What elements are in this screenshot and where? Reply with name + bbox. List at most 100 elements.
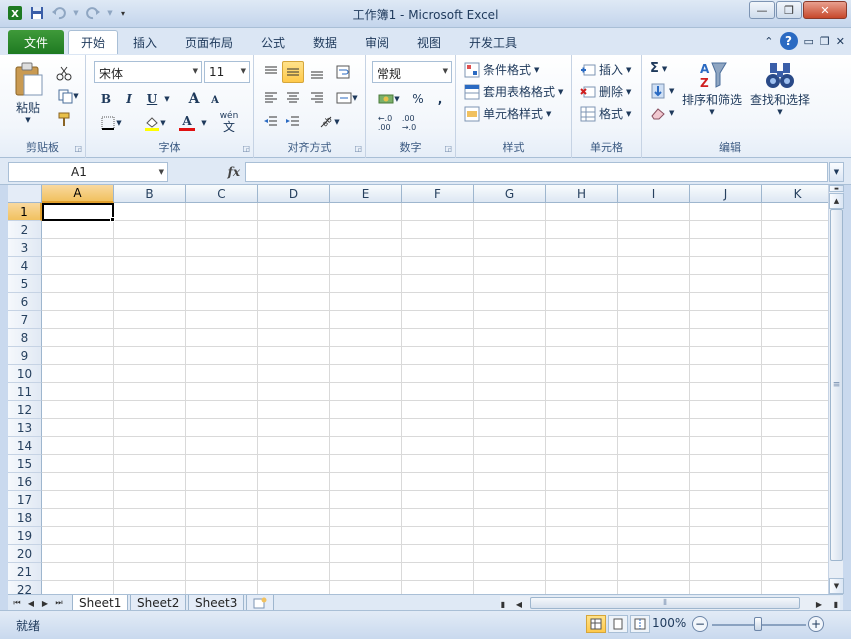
phonetic-button[interactable]: wén 文 [214, 111, 244, 133]
column-header[interactable]: I [618, 185, 690, 203]
font-name-select[interactable]: 宋体 ▼ [94, 61, 202, 83]
prev-sheet-icon[interactable]: ◀ [24, 596, 38, 610]
expand-formula-bar-icon[interactable]: ▼ [829, 162, 844, 182]
horizontal-scrollbar[interactable]: ▮ ◀ ⦀ ▶ ▮ [500, 596, 840, 610]
row-header[interactable]: 1 [8, 203, 42, 221]
fill-handle[interactable] [110, 217, 115, 222]
row-header[interactable]: 14 [8, 437, 42, 455]
tab-insert[interactable]: 插入 [122, 30, 168, 54]
tab-formulas[interactable]: 公式 [250, 30, 296, 54]
zoom-in-button[interactable]: + [808, 616, 824, 632]
minimize-button[interactable]: — [749, 1, 775, 19]
help-icon[interactable]: ? [779, 32, 798, 50]
row-header[interactable]: 20 [8, 545, 42, 563]
font-color-dropdown-icon[interactable]: ▼ [200, 115, 208, 131]
number-launcher-icon[interactable]: ◲ [444, 144, 452, 153]
page-layout-view-icon[interactable] [608, 615, 628, 633]
scroll-left-icon[interactable]: ◀ [512, 597, 526, 611]
row-header[interactable]: 17 [8, 491, 42, 509]
zoom-level[interactable]: 100% [652, 616, 686, 630]
font-launcher-icon[interactable]: ◲ [242, 144, 250, 153]
active-cell[interactable] [42, 203, 114, 221]
italic-button[interactable]: I [119, 89, 139, 109]
scroll-up-icon[interactable]: ▲ [829, 193, 844, 209]
format-painter-icon[interactable] [52, 109, 76, 129]
row-header[interactable]: 6 [8, 293, 42, 311]
first-sheet-icon[interactable]: ⏮ [10, 596, 24, 610]
alignment-launcher-icon[interactable]: ◲ [354, 144, 362, 153]
restore-button[interactable]: ❐ [776, 1, 802, 19]
align-left-icon[interactable] [260, 87, 282, 109]
horizontal-scroll-thumb[interactable]: ⦀ [530, 597, 800, 609]
merge-center-icon[interactable]: ▼ [332, 87, 362, 109]
formula-input[interactable] [245, 162, 828, 182]
sort-filter-button[interactable]: AZ 排序和筛选 ▼ [678, 59, 746, 116]
doc-restore-icon[interactable]: ❐ [820, 35, 830, 48]
row-header[interactable]: 12 [8, 401, 42, 419]
column-header[interactable]: D [258, 185, 330, 203]
row-header[interactable]: 4 [8, 257, 42, 275]
column-header[interactable]: J [690, 185, 762, 203]
next-sheet-icon[interactable]: ▶ [38, 596, 52, 610]
shrink-font-button[interactable]: A [206, 91, 224, 109]
last-sheet-icon[interactable]: ⏭ [52, 596, 66, 610]
find-select-button[interactable]: 查找和选择 ▼ [746, 59, 814, 116]
tab-file[interactable]: 文件 [8, 30, 64, 54]
sheet-tab-sheet3[interactable]: Sheet3 [188, 595, 245, 611]
hsplit-box-icon[interactable]: ▮ [832, 597, 840, 611]
collapse-ribbon-icon[interactable]: ⌃ [764, 35, 773, 48]
comma-button[interactable]: , [432, 89, 448, 109]
grow-font-button[interactable]: A [184, 89, 204, 109]
row-header[interactable]: 10 [8, 365, 42, 383]
cut-icon[interactable] [52, 63, 76, 83]
scroll-down-icon[interactable]: ▼ [829, 578, 844, 594]
paste-button[interactable]: 粘贴 ▼ [12, 61, 44, 124]
autosum-button[interactable]: Σ ▼ [650, 61, 667, 76]
column-header[interactable]: B [114, 185, 186, 203]
row-header[interactable]: 13 [8, 419, 42, 437]
underline-button[interactable]: U [142, 89, 162, 109]
doc-close-icon[interactable]: ✕ [836, 35, 845, 48]
font-size-select[interactable]: 11 ▼ [204, 61, 250, 83]
row-header[interactable]: 9 [8, 347, 42, 365]
name-box[interactable]: A1 ▼ [8, 162, 168, 182]
orientation-icon[interactable]: ab ▼ [314, 111, 344, 133]
fill-color-icon[interactable]: ▼ [140, 113, 170, 133]
tab-page-layout[interactable]: 页面布局 [176, 30, 242, 54]
tab-home[interactable]: 开始 [68, 30, 118, 54]
row-header[interactable]: 2 [8, 221, 42, 239]
normal-view-icon[interactable] [586, 615, 606, 633]
row-header[interactable]: 22 [8, 581, 42, 594]
conditional-format-button[interactable]: 条件格式 ▼ [464, 61, 539, 78]
sheet-tab-sheet2[interactable]: Sheet2 [130, 595, 187, 611]
column-header[interactable]: C [186, 185, 258, 203]
insert-sheet-icon[interactable] [246, 595, 274, 611]
column-header[interactable]: F [402, 185, 474, 203]
insert-function-button[interactable]: fx [170, 162, 244, 182]
align-top-icon[interactable] [260, 61, 282, 83]
align-middle-icon[interactable] [282, 61, 304, 83]
row-header[interactable]: 5 [8, 275, 42, 293]
tab-review[interactable]: 审阅 [354, 30, 400, 54]
cell-styles-button[interactable]: 单元格样式 ▼ [464, 105, 551, 122]
row-header[interactable]: 8 [8, 329, 42, 347]
fill-button[interactable]: ▼ [650, 83, 674, 99]
row-header[interactable]: 19 [8, 527, 42, 545]
vertical-scrollbar[interactable]: ▬ ▲ ≡ ▼ [828, 185, 844, 594]
accounting-format-icon[interactable]: ▼ [374, 89, 404, 109]
column-header[interactable]: H [546, 185, 618, 203]
column-header[interactable]: A [42, 185, 114, 203]
row-header[interactable]: 7 [8, 311, 42, 329]
page-break-view-icon[interactable] [630, 615, 650, 633]
increase-decimal-icon[interactable]: ←.0.00 [374, 113, 396, 133]
format-cells-button[interactable]: 格式 ▼ [580, 105, 631, 122]
sheet-tab-sheet1[interactable]: Sheet1 [72, 595, 129, 611]
align-center-icon[interactable] [282, 87, 304, 109]
split-box-icon[interactable]: ▬ [829, 185, 844, 192]
row-header[interactable]: 11 [8, 383, 42, 401]
zoom-slider-handle[interactable] [754, 617, 762, 631]
decrease-indent-icon[interactable] [260, 111, 282, 133]
number-format-select[interactable]: 常规 ▼ [372, 61, 452, 83]
zoom-out-button[interactable]: − [692, 616, 708, 632]
row-header[interactable]: 16 [8, 473, 42, 491]
